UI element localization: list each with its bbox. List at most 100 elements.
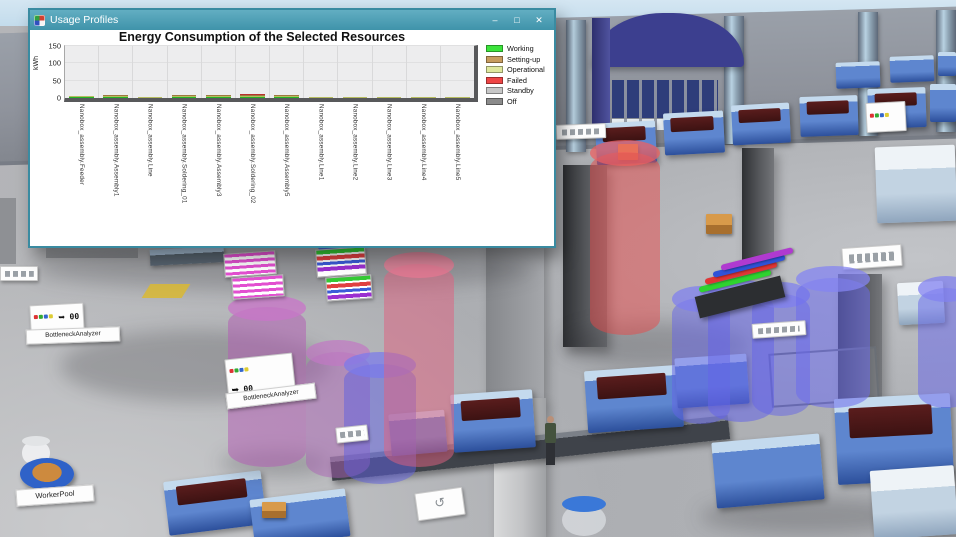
stacked-bar: [69, 96, 94, 98]
maximize-button[interactable]: □: [506, 12, 528, 28]
chart-title: Energy Consumption of the Selected Resou…: [118, 30, 406, 44]
analyzer-icons: [229, 360, 251, 379]
gantt-display: [223, 250, 277, 278]
stacked-bar: [308, 97, 334, 98]
machine[interactable]: [711, 433, 825, 509]
bar-slot: Nanobox_assembly.Line2: [338, 46, 373, 180]
bar-segment: [411, 97, 436, 98]
energy-cylinder-red: [590, 140, 660, 335]
bar-slot: Nanobox_assembly.Line5: [441, 46, 474, 180]
legend-swatch: [486, 45, 503, 52]
x-axis-label: Nanobox_assembly.Assembly3: [214, 104, 222, 197]
bar-segment: [69, 97, 94, 98]
bar-slot: Nanobox_assembly.Line1: [304, 46, 339, 180]
stacked-bar: [240, 94, 265, 98]
stacked-bar: [274, 95, 299, 98]
y-tick-label: 100: [48, 58, 61, 68]
analyzer-icons: [33, 307, 54, 325]
bar-segment: [171, 97, 197, 98]
machine[interactable]: [583, 364, 685, 434]
bar-slot: Nanobox_assembly.Line3: [373, 46, 407, 180]
machine[interactable]: [662, 110, 726, 156]
bar-segment: [274, 97, 299, 98]
bar-slot: Nanobox_assembly.Line4: [407, 46, 441, 180]
bar-slot: Nanobox_assembly.Soldering_02: [236, 46, 271, 204]
legend-item: Working: [486, 44, 552, 53]
machine[interactable]: [874, 144, 956, 224]
machine-panel: [670, 115, 715, 133]
energy-cylinder-blue: [918, 276, 956, 408]
machine[interactable]: [869, 465, 956, 537]
bar-slot: Nanobox_assembly.Assembly1: [99, 46, 134, 197]
energy-cylinder-blue: [796, 266, 870, 408]
chart-plot: 0 50 100 150 Nanobox_assembly.Feeder Nanobox_…: [48, 42, 478, 204]
floor-shadow: [34, 250, 534, 290]
machine[interactable]: [889, 55, 935, 83]
x-axis-label: Nanobox_assembly.Line1: [317, 104, 325, 181]
bar-slot: Nanobox_assembly.Soldering_01: [168, 46, 202, 204]
x-axis-label: Nanobox_assembly.Soldering_02: [248, 104, 256, 204]
machine[interactable]: [730, 102, 792, 146]
bar-segment: [206, 97, 231, 98]
stacked-bar: [206, 95, 231, 98]
object-tag: [335, 424, 369, 444]
bar-slot: Nanobox_assembly.Assembly5: [270, 46, 305, 197]
machine[interactable]: [938, 52, 956, 76]
chart-area: Energy Consumption of the Selected Resou…: [30, 30, 554, 246]
stacked-bar: [342, 97, 368, 98]
wall-fragment: [0, 198, 16, 264]
legend-label: Failed: [507, 75, 527, 85]
legend-swatch: [486, 66, 503, 73]
legend-swatch: [486, 87, 503, 94]
machine-panel: [738, 107, 781, 124]
stacked-bar: [137, 97, 163, 98]
chart-window-icon: [34, 14, 45, 26]
stacked-bar: [103, 95, 129, 98]
machine-panel: [460, 397, 521, 421]
bar-segment: [308, 97, 334, 98]
close-button[interactable]: ✕: [528, 12, 550, 28]
y-tick-label: 0: [56, 93, 61, 103]
crate[interactable]: [706, 214, 732, 234]
usage-profiles-window: Usage Profiles – □ ✕ Energy Consumption …: [28, 8, 556, 248]
x-axis-label: Nanobox_assembly.Soldering_01: [180, 104, 188, 204]
x-axis-label: Nanobox_assembly.Line: [146, 104, 154, 177]
worker-torso: [545, 423, 556, 443]
machine[interactable]: [799, 95, 859, 137]
stacked-bar: [171, 95, 197, 98]
worker-figure[interactable]: [542, 416, 560, 470]
y-tick-label: 150: [48, 41, 61, 51]
gantt-display: [325, 274, 373, 302]
window-titlebar[interactable]: Usage Profiles – □ ✕: [30, 10, 554, 30]
bar-slot: Nanobox_assembly.Feeder: [65, 46, 100, 185]
gantt-display: [231, 274, 285, 300]
crate[interactable]: [262, 502, 286, 518]
legend-swatch: [486, 76, 503, 84]
stacked-bar: [445, 97, 470, 98]
x-axis-label: Nanobox_assembly.Assembly1: [112, 104, 120, 197]
x-axis-label: Nanobox_assembly.Line4: [419, 104, 427, 181]
legend-item: Operational: [486, 65, 552, 74]
minimize-button[interactable]: –: [484, 12, 506, 28]
chart-legend: Working Setting-up Operational Failed Standb…: [486, 44, 552, 107]
machine-panel: [806, 100, 849, 116]
machine[interactable]: [930, 84, 956, 122]
x-axis-label: Nanobox_assembly.Assembly5: [283, 104, 291, 197]
legend-label: Operational: [507, 65, 545, 74]
energy-cylinder-rose: [384, 252, 454, 467]
arrow-icon: ➥: [58, 312, 66, 322]
x-axis-label: Nanobox_assembly.Line3: [385, 104, 393, 181]
legend-label: Standby: [507, 86, 534, 95]
x-axis-label: Nanobox_assembly.Line5: [453, 104, 461, 181]
worker-legs: [546, 443, 555, 465]
bar-segment: [342, 97, 368, 98]
machine[interactable]: [835, 61, 881, 89]
machine[interactable]: [450, 389, 536, 453]
x-axis-label: Nanobox_assembly.Line2: [351, 104, 359, 181]
y-tick-label: 50: [52, 76, 61, 86]
legend-label: Off: [507, 96, 517, 106]
gantt-display: [315, 246, 367, 278]
machine-panel: [175, 478, 248, 506]
machine-panel: [595, 373, 667, 400]
bar-segment: [137, 97, 163, 98]
